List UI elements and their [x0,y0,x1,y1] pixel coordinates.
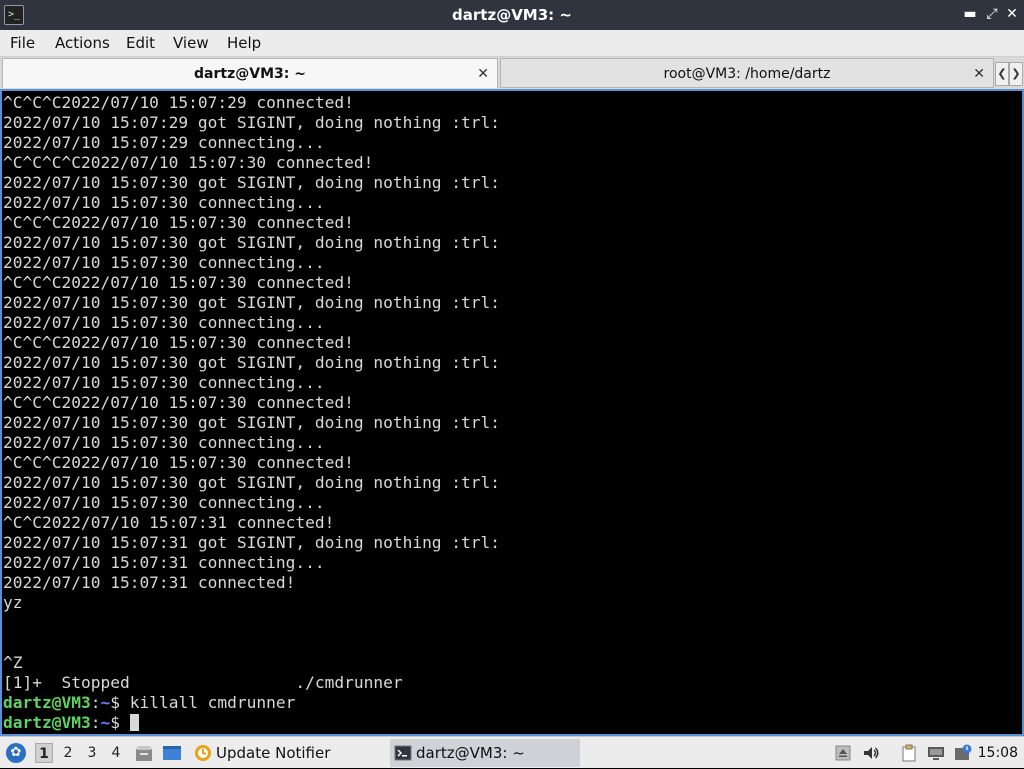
window-title: dartz@VM3: ~ [452,6,572,24]
task-update-notifier[interactable]: Update Notifier [190,739,380,767]
prompt-command: killall cmdrunner [129,693,296,712]
menu-file[interactable]: File [10,34,35,52]
eject-icon[interactable] [834,744,852,762]
maximize-button[interactable]: ⤢ [984,6,1000,22]
terminal-icon [394,745,412,761]
terminal-line: 2022/07/10 15:07:30 got SIGINT, doing no… [3,353,501,372]
terminal-output: ^C^C^C2022/07/10 15:07:29 connected! 2022… [3,93,500,733]
menu-edit[interactable]: Edit [126,34,155,52]
task-label: dartz@VM3: ~ [416,744,525,762]
workspace-3[interactable]: 3 [83,743,101,763]
terminal-line: 2022/07/10 15:07:30 got SIGINT, doing no… [3,413,501,432]
tab-root-home-dartz[interactable]: root@VM3: /home/dartz ✕ [500,58,994,88]
workspace-1[interactable]: 1 [35,743,53,763]
terminal-line: ^C^C^C2022/07/10 15:07:30 connected! [3,213,354,232]
terminal-line: yz [3,593,23,612]
tab-scroll-right-icon[interactable]: ❯ [1009,62,1023,86]
menu-bar: File Actions Edit View Help [0,30,1024,57]
terminal-line: ^C^C^C2022/07/10 15:07:30 connected! [3,453,354,472]
tab-bar: dartz@VM3: ~ ✕ root@VM3: /home/dartz ✕ [0,57,1024,89]
tab-dartz-home[interactable]: dartz@VM3: ~ ✕ [2,58,498,88]
clipboard-icon[interactable] [900,744,918,762]
terminal-line: 2022/07/10 15:07:31 connecting... [3,553,325,572]
tab-scroll-left-icon[interactable]: ❮ [995,62,1009,86]
terminal-line: 2022/07/10 15:07:31 connected! [3,573,296,592]
prompt-symbol: $ [110,693,130,712]
prompt-separator: : [90,693,101,712]
terminal-line: 2022/07/10 15:07:30 connecting... [3,493,325,512]
terminal-line: 2022/07/10 15:07:30 connecting... [3,313,325,332]
prompt-path: ~ [100,693,111,712]
menu-help[interactable]: Help [227,34,261,52]
terminal-line: 2022/07/10 15:07:30 connecting... [3,193,325,212]
update-notifier-icon [195,745,211,761]
tab-close-icon[interactable]: ✕ [973,59,985,89]
tab-close-icon[interactable]: ✕ [477,59,489,89]
prompt-line: dartz@VM3:~$ [3,713,500,733]
terminal-line: [1]+ Stopped ./cmdrunner [3,673,403,692]
volume-icon[interactable] [862,744,880,762]
terminal-line: 2022/07/10 15:07:29 connecting... [3,133,325,152]
tab-label: root@VM3: /home/dartz [663,66,831,82]
prompt-line: dartz@VM3:~$ killall cmdrunner [3,693,500,713]
workspace-4[interactable]: 4 [107,743,125,763]
file-manager-icon[interactable] [134,743,154,763]
close-button[interactable]: ✕ [1004,6,1020,22]
terminal-line: ^C^C2022/07/10 15:07:31 connected! [3,513,335,532]
terminal-line: 2022/07/10 15:07:30 got SIGINT, doing no… [3,233,501,252]
start-menu-icon[interactable]: ✿ [6,743,26,763]
task-label: Update Notifier [216,744,331,762]
workspace-2[interactable]: 2 [59,743,77,763]
terminal-line: 2022/07/10 15:07:30 got SIGINT, doing no… [3,173,501,192]
terminal-line: ^Z [3,653,23,672]
network-icon[interactable] [927,744,945,762]
text-cursor [129,714,139,731]
terminal-line: 2022/07/10 15:07:30 connecting... [3,433,325,452]
task-terminal[interactable]: dartz@VM3: ~ [390,739,580,767]
menu-actions[interactable]: Actions [55,34,110,52]
clock[interactable]: 15:08 [978,737,1018,769]
minimize-button[interactable]: ▬ [962,6,978,22]
terminal-line: 2022/07/10 15:07:30 connecting... [3,253,325,272]
prompt-separator: : [90,713,101,732]
title-bar: >_ dartz@VM3: ~ ▬ ⤢ ✕ [0,0,1024,30]
terminal-line: ^C^C^C2022/07/10 15:07:30 connected! [3,333,354,352]
prompt-user: dartz@VM3 [3,713,91,732]
terminal-line: 2022/07/10 15:07:30 got SIGINT, doing no… [3,293,501,312]
terminal-line: ^C^C^C^C2022/07/10 15:07:30 connected! [3,153,374,172]
notification-icon[interactable] [954,744,972,762]
terminal-line: 2022/07/10 15:07:30 connecting... [3,373,325,392]
tab-label: dartz@VM3: ~ [194,66,306,82]
terminal-line: 2022/07/10 15:07:31 got SIGINT, doing no… [3,533,501,552]
show-desktop-icon[interactable] [162,743,182,763]
terminal-view[interactable]: ^C^C^C2022/07/10 15:07:29 connected! 2022… [0,89,1024,736]
prompt-user: dartz@VM3 [3,693,91,712]
prompt-path: ~ [100,713,111,732]
terminal-line: ^C^C^C2022/07/10 15:07:29 connected! [3,93,354,112]
prompt-symbol: $ [110,713,130,732]
terminal-line: ^C^C^C2022/07/10 15:07:30 connected! [3,393,354,412]
terminal-line: ^C^C^C2022/07/10 15:07:30 connected! [3,273,354,292]
terminal-line: 2022/07/10 15:07:30 got SIGINT, doing no… [3,473,501,492]
taskbar: ✿ 1 2 3 4 Update Notifier dartz@VM3: ~ 1… [0,736,1024,768]
terminal-line: 2022/07/10 15:07:29 got SIGINT, doing no… [3,113,501,132]
menu-view[interactable]: View [173,34,209,52]
